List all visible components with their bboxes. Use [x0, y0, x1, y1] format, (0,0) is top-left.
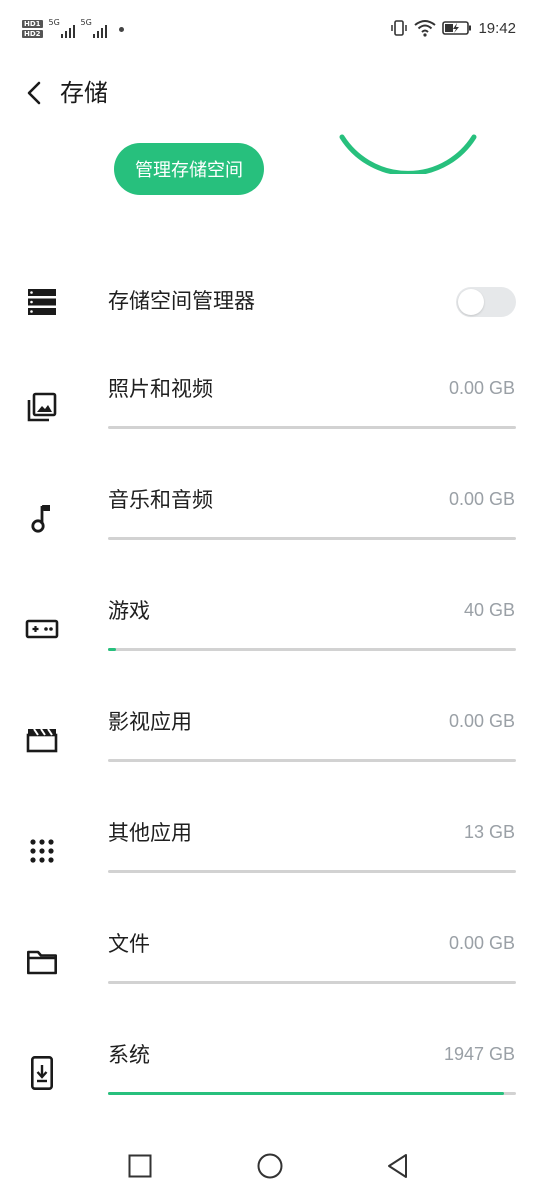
- page-title: 存储: [60, 79, 108, 107]
- usage-bar: [108, 537, 516, 540]
- category-row-other-apps[interactable]: 其他应用 13 GB: [0, 809, 540, 889]
- home-button[interactable]: [250, 1148, 290, 1184]
- storage-manager-row[interactable]: 存储空间管理器: [0, 272, 540, 332]
- category-row-files[interactable]: 文件 0.00 GB: [0, 920, 540, 1000]
- category-label: 系统: [108, 1043, 150, 1067]
- vibrate-icon: [391, 20, 408, 36]
- signal-1-icon: 5G: [49, 18, 75, 40]
- notification-dot-icon: [118, 26, 124, 32]
- clock-time: 19:42: [478, 19, 516, 37]
- category-size: 40 GB: [463, 600, 515, 620]
- recents-button[interactable]: [120, 1148, 160, 1184]
- signal-2-icon: 5G: [81, 18, 107, 40]
- category-row-system[interactable]: 系统 1947 GB: [0, 1031, 540, 1111]
- category-row-photos[interactable]: 照片和视频 0.00 GB: [0, 365, 540, 445]
- storage-usage-ring: [330, 50, 486, 174]
- category-label: 其他应用: [108, 821, 192, 845]
- circle-icon: [257, 1153, 283, 1179]
- usage-bar: [108, 759, 516, 762]
- battery-charging-icon: [442, 21, 472, 35]
- category-size: 0.00 GB: [448, 378, 515, 398]
- back-arrow-icon: [27, 81, 41, 105]
- category-size: 13 GB: [463, 822, 515, 842]
- sim1-hd-badge: HD1: [22, 20, 43, 28]
- music-note-icon: [22, 498, 62, 538]
- category-row-games[interactable]: 游戏 40 GB: [0, 587, 540, 667]
- category-row-video-apps[interactable]: 影视应用 0.00 GB: [0, 698, 540, 778]
- usage-bar-fill: [108, 648, 117, 651]
- toggle-knob: [458, 289, 484, 315]
- storage-stack-icon: [22, 282, 62, 322]
- category-size: 0.00 GB: [448, 489, 515, 509]
- usage-bar: [108, 426, 516, 429]
- back-nav-button[interactable]: [378, 1148, 418, 1184]
- usage-bar-fill: [108, 1092, 504, 1095]
- apps-grid-icon: [22, 831, 62, 871]
- folder-icon: [22, 942, 62, 982]
- system-nav-bar: [0, 1130, 540, 1200]
- square-icon: [128, 1154, 152, 1178]
- wifi-icon: [414, 20, 437, 37]
- category-size: 0.00 GB: [448, 933, 515, 953]
- usage-bar: [108, 870, 516, 873]
- category-label: 文件: [108, 932, 150, 956]
- manage-storage-button[interactable]: 管理存储空间: [114, 143, 264, 195]
- triangle-back-icon: [388, 1154, 407, 1178]
- usage-bar: [108, 1092, 516, 1095]
- category-size: 0.00 GB: [448, 711, 515, 731]
- category-label: 影视应用: [108, 710, 192, 734]
- category-label: 游戏: [108, 599, 150, 623]
- phone-download-icon: [22, 1053, 62, 1093]
- storage-manager-label: 存储空间管理器: [108, 289, 255, 313]
- category-label: 照片和视频: [108, 377, 213, 401]
- storage-manager-toggle[interactable]: [456, 287, 516, 317]
- back-button[interactable]: [18, 76, 50, 110]
- usage-bar: [108, 648, 516, 651]
- category-row-music[interactable]: 音乐和音频 0.00 GB: [0, 476, 540, 556]
- photo-library-icon: [22, 387, 62, 427]
- category-size: 1947 GB: [443, 1044, 515, 1064]
- category-label: 音乐和音频: [108, 488, 213, 512]
- usage-bar: [108, 981, 516, 984]
- gamepad-icon: [22, 609, 62, 649]
- sim2-hd-badge: HD2: [22, 30, 43, 38]
- status-bar: HD1 HD2 5G 5G 19:42: [0, 0, 540, 56]
- clapperboard-icon: [22, 720, 62, 760]
